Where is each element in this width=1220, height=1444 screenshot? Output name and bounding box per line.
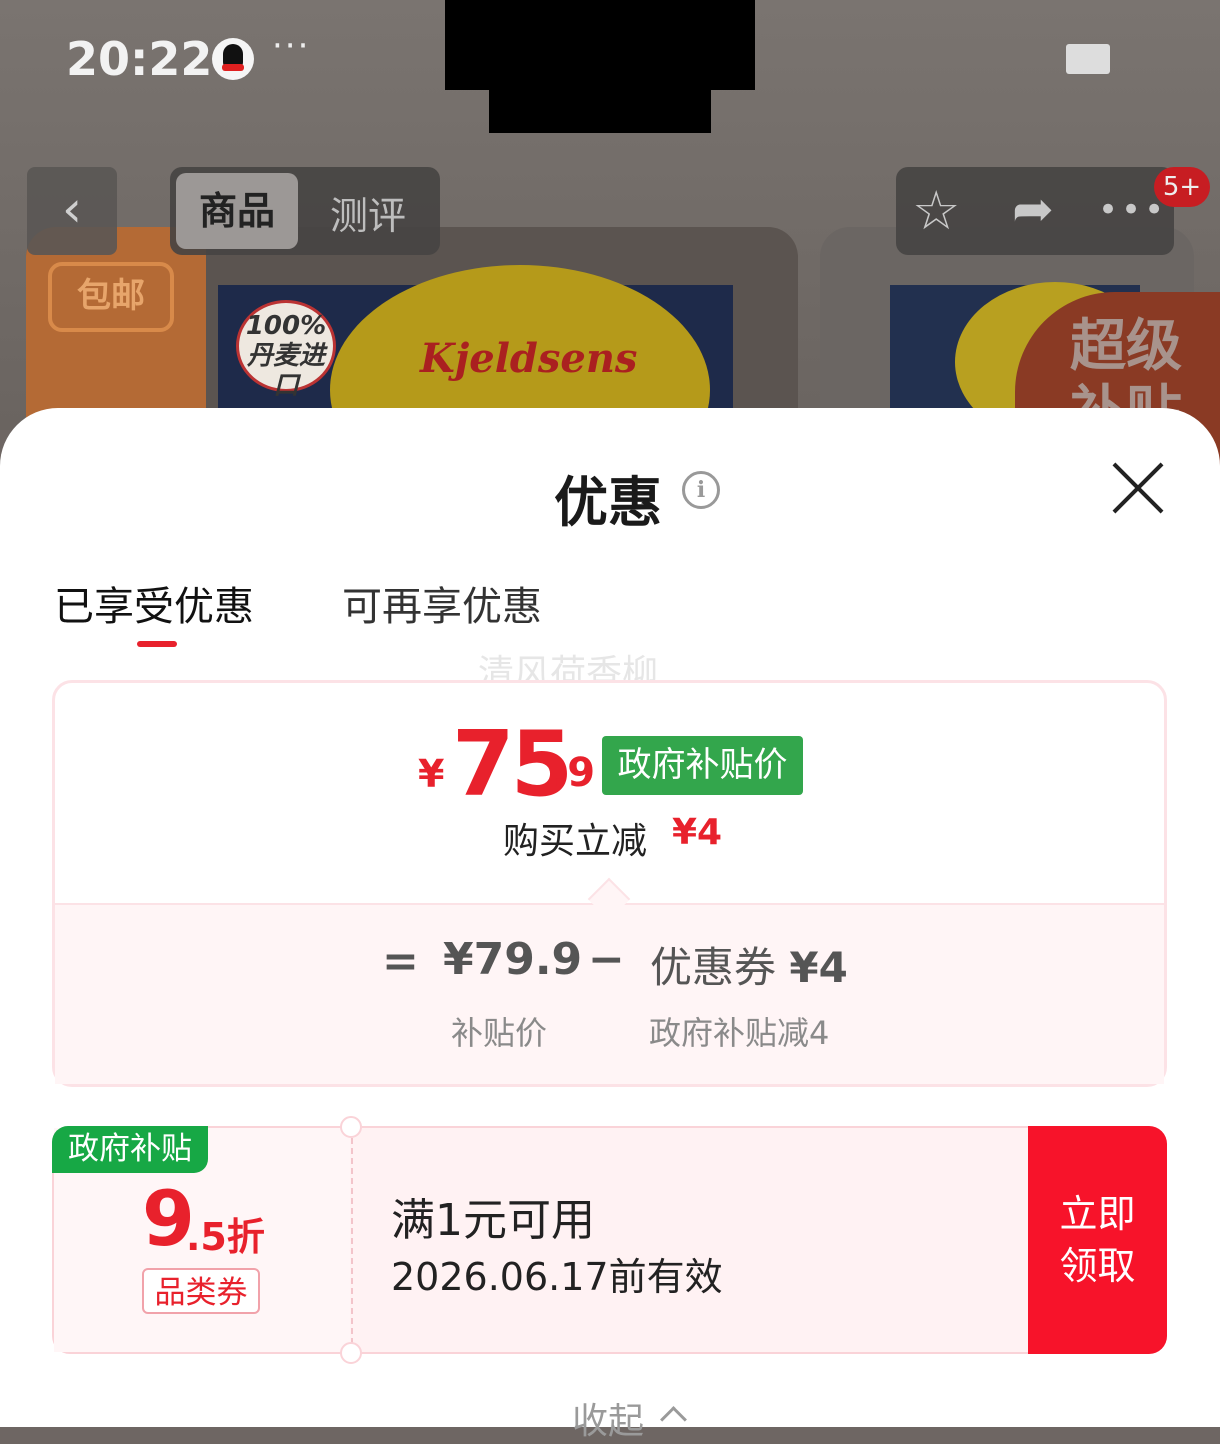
status-time: 20:22 <box>66 32 213 86</box>
equals-sign: = <box>382 936 419 987</box>
coupon-caption: 政府补贴减4 <box>649 1014 830 1052</box>
brand-logo: Kjeldsens <box>420 335 638 382</box>
coupon-condition: 满1元可用 <box>391 1195 595 1246</box>
active-tab-indicator <box>137 641 177 647</box>
currency-symbol: ¥ <box>418 752 445 796</box>
tab-enjoyed-discounts[interactable]: 已享受优惠 <box>54 574 254 632</box>
free-shipping-badge: 包邮 <box>48 262 174 332</box>
qq-notification-icon <box>212 38 254 80</box>
notification-badge: 5+ <box>1154 167 1210 207</box>
coupon-notch <box>340 1116 362 1138</box>
tab-more-discounts[interactable]: 可再享优惠 <box>342 574 542 632</box>
status-more-icon: ··· <box>272 26 311 66</box>
coupon-amount: 优惠券 ¥4 <box>650 934 848 995</box>
minus-sign: − <box>588 934 625 985</box>
sheet-title: 优惠 <box>554 471 662 534</box>
info-icon[interactable]: i <box>682 471 720 509</box>
import-badge: 100% 丹麦进口 <box>236 300 336 401</box>
tab-goods[interactable]: 商品 <box>176 173 298 249</box>
tab-review[interactable]: 测评 <box>330 185 406 240</box>
gov-subsidy-price-tag: 政府补贴价 <box>602 736 803 795</box>
instant-discount-label: 购买立减 <box>503 821 648 862</box>
instant-discount-value: ¥4 <box>672 812 723 853</box>
coupon-notch <box>340 1342 362 1364</box>
battery-icon <box>1066 44 1110 74</box>
discount-rest: .5折 <box>186 1215 265 1259</box>
coupon-value: ¥4 <box>789 943 848 992</box>
redacted-area <box>489 88 711 133</box>
coupon-perforation <box>351 1138 353 1344</box>
gov-subsidy-badge: 政府补贴 <box>52 1126 208 1173</box>
back-button[interactable]: ‹ <box>27 167 117 255</box>
subsidy-price-caption: 补贴价 <box>451 1014 548 1052</box>
subsidy-price: ¥79.9 <box>443 934 583 985</box>
price-calculation-area <box>55 904 1164 1084</box>
share-icon[interactable]: ➦ <box>1012 180 1054 238</box>
coupon-label: 优惠券 <box>650 943 777 992</box>
chevron-left-icon: ‹ <box>62 180 82 238</box>
promo-strip <box>26 227 206 437</box>
coupon-validity: 2026.06.17前有效 <box>391 1255 723 1299</box>
collapse-button[interactable]: 收起 <box>572 1392 644 1444</box>
coupon-type-tag: 品类券 <box>142 1268 260 1314</box>
final-price-decimal: .9 <box>552 750 596 796</box>
redacted-area <box>445 0 755 90</box>
claim-coupon-button[interactable]: 立即 领取 <box>1028 1126 1167 1354</box>
favorite-star-icon[interactable]: ☆ <box>912 182 960 240</box>
close-icon[interactable] <box>1110 460 1166 516</box>
